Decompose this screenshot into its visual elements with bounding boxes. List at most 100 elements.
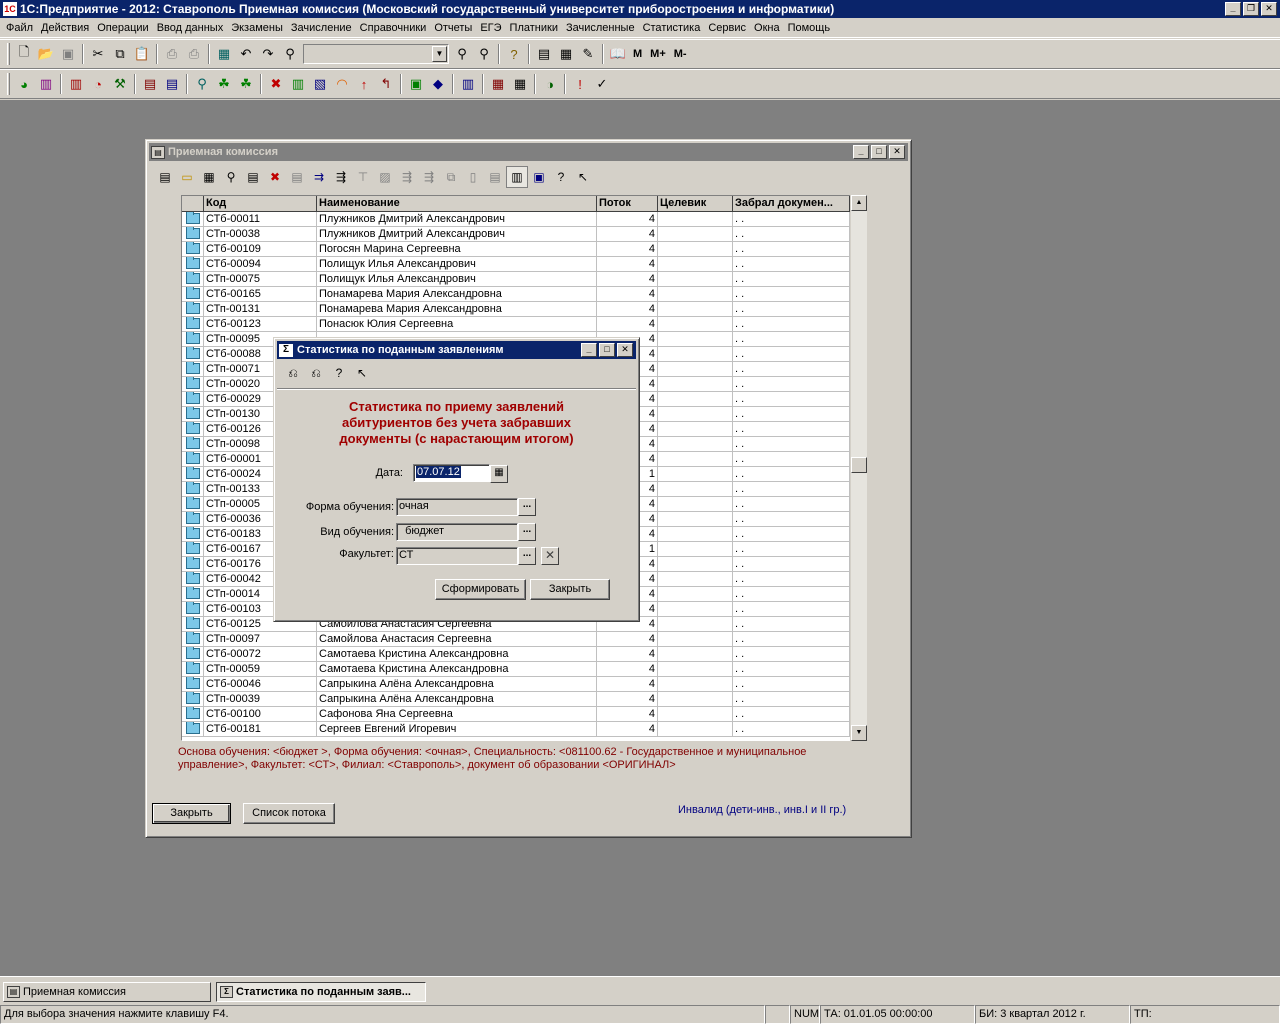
memory-minus-button[interactable]: M- (670, 48, 691, 60)
people-icon[interactable]: ▥ (35, 73, 57, 95)
new-document-icon[interactable]: 🗋 (13, 43, 35, 65)
col-stream-header[interactable]: Поток (597, 196, 658, 212)
arrow-up-user-icon[interactable]: ↑ (353, 73, 375, 95)
clear-faculty-icon[interactable]: ✕ (541, 547, 559, 565)
calendar-icon[interactable]: ▦ (555, 43, 577, 65)
table-row[interactable]: СТб-00011 Плужников Дмитрий Александрович… (182, 212, 850, 227)
dialog-titlebar[interactable]: Σ Статистика по поданным заявлениям _ □ … (277, 341, 636, 359)
help-icon[interactable]: ? (550, 166, 572, 188)
books-icon[interactable]: ▥ (65, 73, 87, 95)
menu-actions[interactable]: Действия (37, 22, 93, 34)
bar-chart-icon[interactable]: ▥ (457, 73, 479, 95)
close-button[interactable]: ✕ (889, 145, 905, 159)
gauge-icon[interactable]: ◑ (539, 73, 561, 95)
monitor-icon[interactable]: ▣ (528, 166, 550, 188)
filter2-icon[interactable]: ▨ (374, 166, 396, 188)
users-table-icon[interactable]: ▦ (509, 73, 531, 95)
scroll-up-icon[interactable]: ▲ (851, 195, 867, 211)
group2-icon[interactable]: ☘ (235, 73, 257, 95)
tools-icon[interactable]: ⚒ (109, 73, 131, 95)
menu-file[interactable]: Файл (2, 22, 37, 34)
table-row[interactable]: СТб-00072 Самотаева Кристина Александровн… (182, 647, 850, 662)
scroll-down-icon[interactable]: ▼ (851, 725, 867, 741)
table-icon[interactable]: ▦ (487, 73, 509, 95)
maximize-button[interactable]: □ (871, 145, 887, 159)
delete-row-icon[interactable]: ✖ (264, 166, 286, 188)
table-row[interactable]: СТп-00039 Сапрыкина Алёна Александровна 4.… (182, 692, 850, 707)
green-window-icon[interactable]: ▣ (405, 73, 427, 95)
table-row[interactable]: СТп-00097 Самойлова Анастасия Сергеевна 4.… (182, 632, 850, 647)
history-icon[interactable]: ⧉ (440, 166, 462, 188)
task-admissions[interactable]: ▤ Приемная комиссия (3, 982, 211, 1002)
export-icon[interactable]: ▤ (484, 166, 506, 188)
print-preview-icon[interactable]: ⎙ (183, 43, 205, 65)
table-row[interactable]: СТп-00075 Полищук Илья Александрович 4 . . (182, 272, 850, 287)
col-target-header[interactable]: Целевик (658, 196, 733, 212)
journal-icon[interactable]: ▤ (139, 73, 161, 95)
open-folder-icon[interactable]: 📂 (35, 43, 57, 65)
menu-references[interactable]: Справочники (356, 22, 431, 34)
menu-service[interactable]: Сервис (704, 22, 750, 34)
edit-row-icon[interactable]: ⚲ (220, 166, 242, 188)
search-people-icon[interactable]: ⚲ (191, 73, 213, 95)
menu-ege[interactable]: ЕГЭ (476, 22, 505, 34)
table-row[interactable]: СТб-00046 Сапрыкина Алёна Александровна 4.… (182, 677, 850, 692)
minimize-button[interactable]: _ (1225, 2, 1241, 16)
undo-icon[interactable]: ↶ (235, 43, 257, 65)
admissions-titlebar[interactable]: ▤ Приемная комиссия _ □ ✕ (149, 143, 908, 161)
edit-text-icon[interactable]: ✎ (577, 43, 599, 65)
filter4-icon[interactable]: ⇶ (418, 166, 440, 188)
stream-list-button[interactable]: Список потока (243, 803, 335, 824)
save-icon[interactable]: ▣ (57, 43, 79, 65)
calendar-icon[interactable]: ▦ (490, 465, 508, 483)
restore-button[interactable]: ❐ (1243, 2, 1259, 16)
kind-select-button[interactable]: ... (518, 523, 536, 541)
col-code-header[interactable]: Код (204, 196, 317, 212)
help-icon[interactable]: ? (328, 363, 350, 383)
save-settings-icon[interactable]: ⎌ (282, 363, 304, 383)
memory-button[interactable]: M (629, 48, 646, 60)
find-next-icon[interactable]: ⚲ (451, 43, 473, 65)
grid-scrollbar[interactable]: ▲ ▼ (850, 195, 867, 741)
menu-paid[interactable]: Платники (506, 22, 562, 34)
delete-user-icon[interactable]: ✖ (265, 73, 287, 95)
load-settings-icon[interactable]: ⎌ (305, 363, 327, 383)
kind-field[interactable]: бюджет (396, 523, 518, 541)
table-row[interactable]: СТб-00123 Понасюк Юлия Сергеевна 4 . . (182, 317, 850, 332)
filter-icon[interactable]: ⊤ (352, 166, 374, 188)
menu-statistics[interactable]: Статистика (639, 22, 705, 34)
minimize-button[interactable]: _ (853, 145, 869, 159)
tree-view-icon[interactable]: ▥ (506, 166, 528, 188)
books2-icon[interactable]: ▥ (287, 73, 309, 95)
table-row[interactable]: СТп-00038 Плужников Дмитрий Александрович… (182, 227, 850, 242)
context-help-icon[interactable]: ↖ (572, 166, 594, 188)
move-icon[interactable]: ⇉ (308, 166, 330, 188)
blue-book-icon[interactable]: ◆ (427, 73, 449, 95)
find-icon[interactable]: ⚲ (279, 43, 301, 65)
menu-reports[interactable]: Отчеты (430, 22, 476, 34)
table-row[interactable]: СТб-00165 Понамарева Мария Александровна 4… (182, 287, 850, 302)
journal2-icon[interactable]: ▤ (161, 73, 183, 95)
context-help-icon[interactable]: ↖ (351, 363, 373, 383)
calculator2-icon[interactable]: ▤ (533, 43, 555, 65)
menu-windows[interactable]: Окна (750, 22, 784, 34)
scroll-thumb[interactable] (851, 457, 867, 473)
close-button[interactable]: ✕ (1261, 2, 1277, 16)
globe-icon[interactable]: ◕ (13, 73, 35, 95)
cut-icon[interactable]: ✂ (87, 43, 109, 65)
add-row-icon[interactable]: ▤ (154, 166, 176, 188)
select-icon[interactable]: ▤ (286, 166, 308, 188)
print-doc-icon[interactable]: ▯ (462, 166, 484, 188)
table-row[interactable]: СТб-00109 Погосян Марина Сергеевна 4 . . (182, 242, 850, 257)
calculator-icon[interactable]: ▦ (213, 43, 235, 65)
close-button[interactable]: ✕ (617, 343, 633, 357)
maximize-button[interactable]: □ (599, 343, 615, 357)
person-arrow-icon[interactable]: ↰ (375, 73, 397, 95)
exclamation-icon[interactable]: ! (569, 73, 591, 95)
table-row[interactable]: СТп-00131 Понамарева Мария Александровна 4… (182, 302, 850, 317)
menu-data-entry[interactable]: Ввод данных (153, 22, 228, 34)
table-row[interactable]: СТб-00094 Полищук Илья Александрович 4 . . (182, 257, 850, 272)
table-row[interactable]: СТб-00181 Сергеев Евгений Игоревич 4 . . (182, 722, 850, 737)
menu-exams[interactable]: Экзамены (227, 22, 287, 34)
close-window-button[interactable]: Закрыть (152, 803, 231, 824)
